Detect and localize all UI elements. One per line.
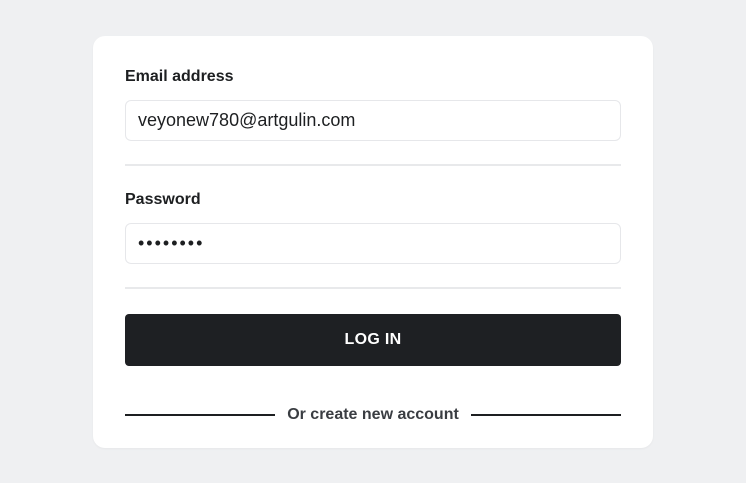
separator-line-right [470,414,621,416]
password-input[interactable] [125,223,621,264]
create-account-row: Or create new account [125,404,621,426]
password-label: Password [125,191,201,208]
email-input[interactable] [125,100,621,141]
email-label: Email address [125,68,234,85]
login-button[interactable]: LOG IN [125,314,621,366]
divider [125,164,621,166]
separator-line-left [125,414,276,416]
divider [125,287,621,289]
create-account-link[interactable]: Or create new account [275,406,471,424]
login-card: Email address Password LOG IN Or create … [93,36,653,448]
